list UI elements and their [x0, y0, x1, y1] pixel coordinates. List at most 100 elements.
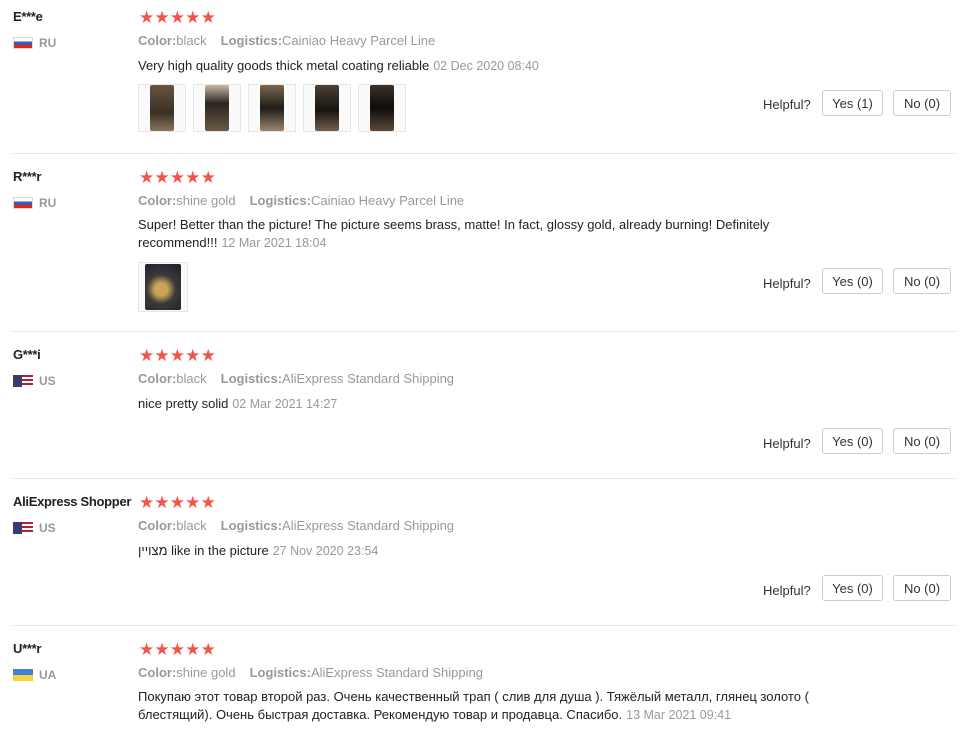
review-date: 02 Mar 2021 14:27	[232, 397, 338, 411]
review-text: Super! Better than the picture! The pict…	[138, 216, 828, 252]
review-photos	[138, 84, 406, 132]
flag-us-icon	[13, 375, 33, 387]
helpful-no-button[interactable]: No (0)	[893, 90, 951, 116]
review-photo[interactable]	[138, 262, 188, 312]
star-icon: ★	[154, 8, 170, 27]
helpful-yes-button[interactable]: Yes (1)	[822, 90, 883, 116]
review-date: 27 Nov 2020 23:54	[272, 544, 379, 558]
star-icon: ★	[200, 346, 216, 365]
helpful-label: Helpful?	[763, 583, 811, 598]
helpful-yes-button[interactable]: Yes (0)	[822, 428, 883, 454]
helpful-no-button[interactable]: No (0)	[893, 428, 951, 454]
logistics-label: Logistics:	[249, 193, 311, 208]
helpful-label: Helpful?	[763, 436, 811, 451]
color-label: Color:	[138, 371, 177, 386]
logistics-value: Cainiao Heavy Parcel Line	[282, 33, 436, 48]
review-date: 12 Mar 2021 18:04	[221, 236, 327, 250]
review-body: nice pretty solid	[138, 396, 229, 411]
review-photo[interactable]	[303, 84, 351, 132]
star-icon: ★	[139, 493, 155, 512]
reviewer-name: R***r	[13, 169, 42, 184]
review-date: 13 Mar 2021 09:41	[626, 708, 732, 722]
color-value: black	[176, 518, 207, 533]
reviewer-country: RU	[13, 36, 56, 50]
reviewer-name: AliExpress Shopper	[13, 494, 132, 509]
logistics-value: AliExpress Standard Shipping	[282, 371, 455, 386]
star-icon: ★	[200, 168, 216, 187]
star-icon: ★	[200, 493, 216, 512]
country-code: RU	[39, 36, 57, 50]
star-icon: ★	[169, 8, 186, 27]
helpful-label: Helpful?	[763, 276, 811, 291]
review-body: Very high quality goods thick metal coat…	[138, 58, 430, 73]
star-icon: ★	[169, 640, 186, 659]
logistics-value: AliExpress Standard Shipping	[310, 665, 483, 680]
star-icon: ★	[185, 346, 201, 365]
review-item: R***r RU ★ ★ ★ ★ ★ Color:shine gold Logistics…	[0, 154, 970, 331]
review-meta: Color:black Logistics:AliExpress Standard…	[138, 518, 454, 533]
star-icon: ★	[169, 346, 186, 365]
review-text: מצויין like in the picture 27 Nov 2020 23…	[138, 542, 828, 560]
review-photo[interactable]	[193, 84, 241, 132]
star-icon: ★	[185, 8, 201, 27]
flag-us-icon	[13, 522, 33, 534]
review-text: Покупаю этот товар второй раз. Очень кач…	[138, 688, 828, 724]
star-icon: ★	[185, 168, 201, 187]
flag-ru-icon	[13, 37, 33, 49]
review-photo[interactable]	[358, 84, 406, 132]
country-code: US	[39, 521, 56, 535]
review-meta: Color:shine gold Logistics:AliExpress Sta…	[138, 665, 483, 680]
country-code: UA	[39, 668, 57, 682]
logistics-value: Cainiao Heavy Parcel Line	[310, 193, 465, 208]
star-icon: ★	[139, 8, 155, 27]
review-text: nice pretty solid 02 Mar 2021 14:27	[138, 395, 828, 413]
star-icon: ★	[185, 640, 201, 659]
star-icon: ★	[169, 493, 186, 512]
review-meta: Color:black Logistics:Cainiao Heavy Parce…	[138, 33, 435, 48]
star-icon: ★	[139, 346, 155, 365]
star-icon: ★	[139, 640, 155, 659]
star-icon: ★	[200, 640, 216, 659]
reviewer-name: E***e	[13, 9, 43, 24]
review-date: 02 Dec 2020 08:40	[433, 59, 539, 73]
review-photo[interactable]	[138, 84, 186, 132]
color-label: Color:	[138, 518, 177, 533]
rating-stars: ★ ★ ★ ★ ★	[139, 346, 216, 365]
review-item: E***e RU ★ ★ ★ ★ ★ Color:black Logistics:Cain…	[0, 0, 970, 153]
star-icon: ★	[169, 168, 186, 187]
star-icon: ★	[154, 168, 170, 187]
color-value: shine gold	[176, 665, 236, 680]
review-photo[interactable]	[248, 84, 296, 132]
rating-stars: ★ ★ ★ ★ ★	[139, 168, 216, 187]
logistics-value: AliExpress Standard Shipping	[282, 518, 455, 533]
star-icon: ★	[200, 8, 216, 27]
logistics-label: Logistics:	[220, 33, 283, 48]
color-value: black	[176, 33, 207, 48]
rating-stars: ★ ★ ★ ★ ★	[139, 640, 216, 659]
rating-stars: ★ ★ ★ ★ ★	[139, 493, 216, 512]
reviewer-name: G***i	[13, 347, 41, 362]
color-value: black	[176, 371, 207, 386]
flag-ru-icon	[13, 197, 33, 209]
reviewer-name: U***r	[13, 641, 42, 656]
helpful-yes-button[interactable]: Yes (0)	[822, 575, 883, 601]
helpful-no-button[interactable]: No (0)	[893, 268, 951, 294]
logistics-label: Logistics:	[220, 518, 283, 533]
reviewer-country: US	[13, 374, 56, 388]
country-code: US	[39, 374, 56, 388]
helpful-no-button[interactable]: No (0)	[893, 575, 951, 601]
review-body: מצויין like in the picture	[138, 543, 269, 558]
star-icon: ★	[185, 493, 201, 512]
rating-stars: ★ ★ ★ ★ ★	[139, 8, 216, 27]
color-label: Color:	[138, 665, 177, 680]
color-label: Color:	[138, 33, 177, 48]
star-icon: ★	[154, 346, 170, 365]
reviewer-country: UA	[13, 668, 56, 682]
review-item: G***i US ★ ★ ★ ★ ★ Color:black Logistics:AliE…	[0, 332, 970, 478]
review-photos	[138, 262, 188, 312]
review-item: AliExpress Shopper US ★ ★ ★ ★ ★ Color:black L…	[0, 479, 970, 625]
review-text: Very high quality goods thick metal coat…	[138, 57, 828, 75]
reviewer-country: RU	[13, 196, 56, 210]
helpful-yes-button[interactable]: Yes (0)	[822, 268, 883, 294]
logistics-label: Logistics:	[249, 665, 311, 680]
